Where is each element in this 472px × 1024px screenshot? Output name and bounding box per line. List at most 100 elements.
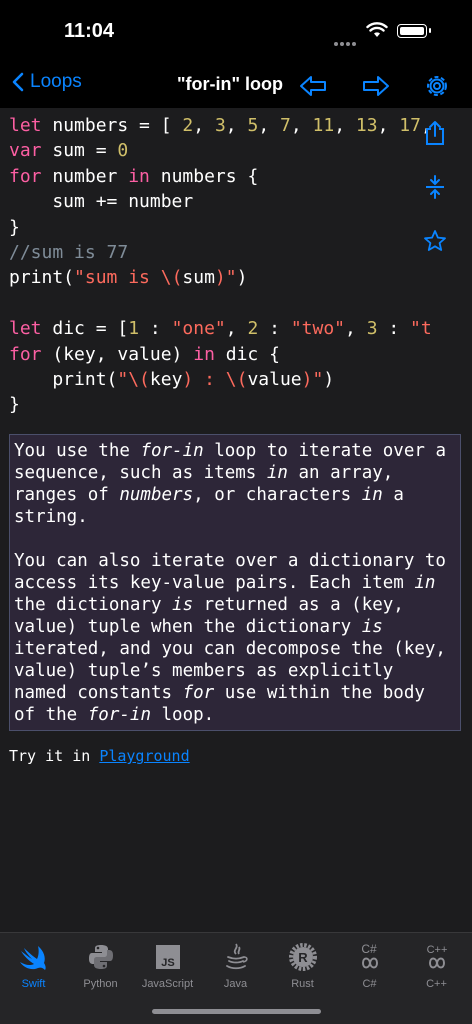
- description-emphasis: is: [172, 595, 194, 615]
- swift-icon: [19, 946, 46, 970]
- code-number: 3: [366, 318, 378, 340]
- star-icon: [424, 230, 446, 251]
- cplusplus-icon: C++: [426, 944, 447, 969]
- code-text: ): [236, 267, 248, 289]
- code-text: numbers {: [149, 165, 259, 187]
- share-button[interactable]: [420, 118, 450, 148]
- back-label: Loops: [30, 71, 82, 92]
- tab-java[interactable]: Java: [202, 939, 269, 990]
- description-emphasis: for-in: [87, 705, 151, 725]
- code-string: )": [214, 267, 237, 289]
- code-line: //sum is 77: [9, 242, 128, 263]
- next-button[interactable]: [360, 70, 392, 102]
- code-line: for number in numbers {: [9, 166, 258, 187]
- arrow-right-icon: [363, 76, 389, 96]
- tab-label: JavaScript: [141, 978, 194, 990]
- code-string: "two": [290, 318, 345, 340]
- home-indicator: [152, 1009, 321, 1014]
- code-number: 0: [117, 140, 129, 162]
- code-keyword: let: [9, 318, 42, 340]
- svg-text:JS: JS: [161, 957, 174, 969]
- description-paragraph-1: You use the for-in loop to iterate over …: [14, 440, 456, 528]
- code-text: }: [9, 394, 20, 416]
- tab-rust[interactable]: R Rust: [269, 939, 336, 990]
- page-title: "for-in" loop: [176, 74, 284, 94]
- status-time: 11:04: [64, 20, 115, 42]
- description-emphasis: is: [361, 617, 383, 637]
- code-keyword: for: [9, 343, 42, 365]
- description-paragraph-2: You can also iterate over a dictionary t…: [14, 550, 456, 726]
- playground-link[interactable]: Playground: [99, 747, 189, 765]
- side-toolbar: [420, 118, 450, 280]
- code-keyword: in: [193, 343, 215, 365]
- code-line: let dic = [1 : "one", 2 : "two", 3 : "t: [9, 318, 432, 339]
- description-box: You use the for-in loop to iterate over …: [9, 434, 461, 731]
- code-number: 2: [182, 115, 194, 136]
- resize-vertical-icon: [426, 175, 444, 199]
- favorite-button[interactable]: [420, 226, 450, 256]
- tab-swift[interactable]: Swift: [0, 939, 67, 990]
- code-text: ,: [290, 115, 313, 136]
- code-line: for (key, value) in dic {: [9, 344, 280, 365]
- code-number: 3: [214, 115, 226, 136]
- description-text: You can also iterate over a dictionary t…: [14, 551, 457, 593]
- tab-csharp[interactable]: C# C#: [336, 939, 403, 990]
- code-text: number: [41, 165, 129, 187]
- content-area[interactable]: let numbers = [ 2, 3, 5, 7, 11, 13, 17, …: [0, 108, 472, 932]
- code-keyword: var: [9, 140, 42, 162]
- back-button[interactable]: Loops: [12, 71, 82, 93]
- tab-label: Python: [83, 978, 118, 990]
- code-text: ,: [334, 115, 356, 136]
- code-text: sum: [182, 267, 215, 289]
- code-text: sum += number: [9, 191, 194, 213]
- battery-icon: [397, 24, 431, 38]
- share-icon: [426, 121, 444, 145]
- try-it-line: Try it in Playground: [9, 747, 190, 765]
- code-line: print("sum is \(sum)"): [9, 267, 247, 288]
- code-text: numbers = [: [41, 115, 183, 136]
- tab-cplusplus[interactable]: C++ C++: [403, 939, 470, 990]
- code-number: 5: [247, 115, 259, 136]
- code-line: sum += number: [9, 191, 193, 212]
- code-string: ) : \(: [182, 369, 248, 391]
- tab-python[interactable]: Python: [67, 939, 134, 990]
- tab-label: Java: [223, 978, 248, 990]
- code-number: 13: [355, 115, 378, 136]
- rust-icon: R: [288, 943, 317, 971]
- description-emphasis: for: [182, 683, 215, 703]
- tab-javascript[interactable]: JS JavaScript: [134, 939, 201, 990]
- description-emphasis: numbers: [119, 485, 194, 505]
- code-line: }: [9, 394, 20, 415]
- code-string: "t: [410, 318, 432, 340]
- code-text: ,: [345, 318, 367, 340]
- settings-button[interactable]: [421, 70, 453, 102]
- code-number: 11: [312, 115, 335, 136]
- code-text: value: [247, 369, 302, 391]
- description-emphasis: for-in: [140, 441, 204, 461]
- description-emphasis: in: [361, 485, 383, 505]
- code-text: dic {: [214, 343, 280, 365]
- code-text: ,: [225, 318, 248, 340]
- chevron-left-icon: [12, 72, 24, 92]
- code-text: ,: [225, 115, 248, 136]
- text-size-button[interactable]: [420, 172, 450, 202]
- wifi-icon: [366, 22, 388, 43]
- python-icon: [88, 945, 113, 969]
- description-text: You use the: [14, 441, 141, 461]
- code-string: "sum is \(: [74, 267, 183, 289]
- code-line: print("\(key) : \(value)"): [9, 369, 334, 390]
- status-bar: 11:04: [0, 0, 472, 64]
- code-string: "one": [171, 318, 226, 340]
- code-text: }: [9, 216, 20, 238]
- svg-text:R: R: [298, 950, 308, 965]
- code-line: let numbers = [ 2, 3, 5, 7, 11, 13, 17,: [9, 115, 432, 136]
- previous-button[interactable]: [297, 70, 329, 102]
- javascript-icon: JS: [155, 945, 180, 969]
- code-text: :: [139, 318, 172, 340]
- description-emphasis: in: [266, 463, 288, 483]
- try-it-prefix: Try it in: [9, 747, 100, 765]
- code-block[interactable]: let numbers = [ 2, 3, 5, 7, 11, 13, 17, …: [0, 108, 472, 418]
- code-line: var sum = 0: [9, 140, 128, 161]
- code-text: key: [149, 369, 183, 391]
- code-text: ,: [258, 115, 280, 136]
